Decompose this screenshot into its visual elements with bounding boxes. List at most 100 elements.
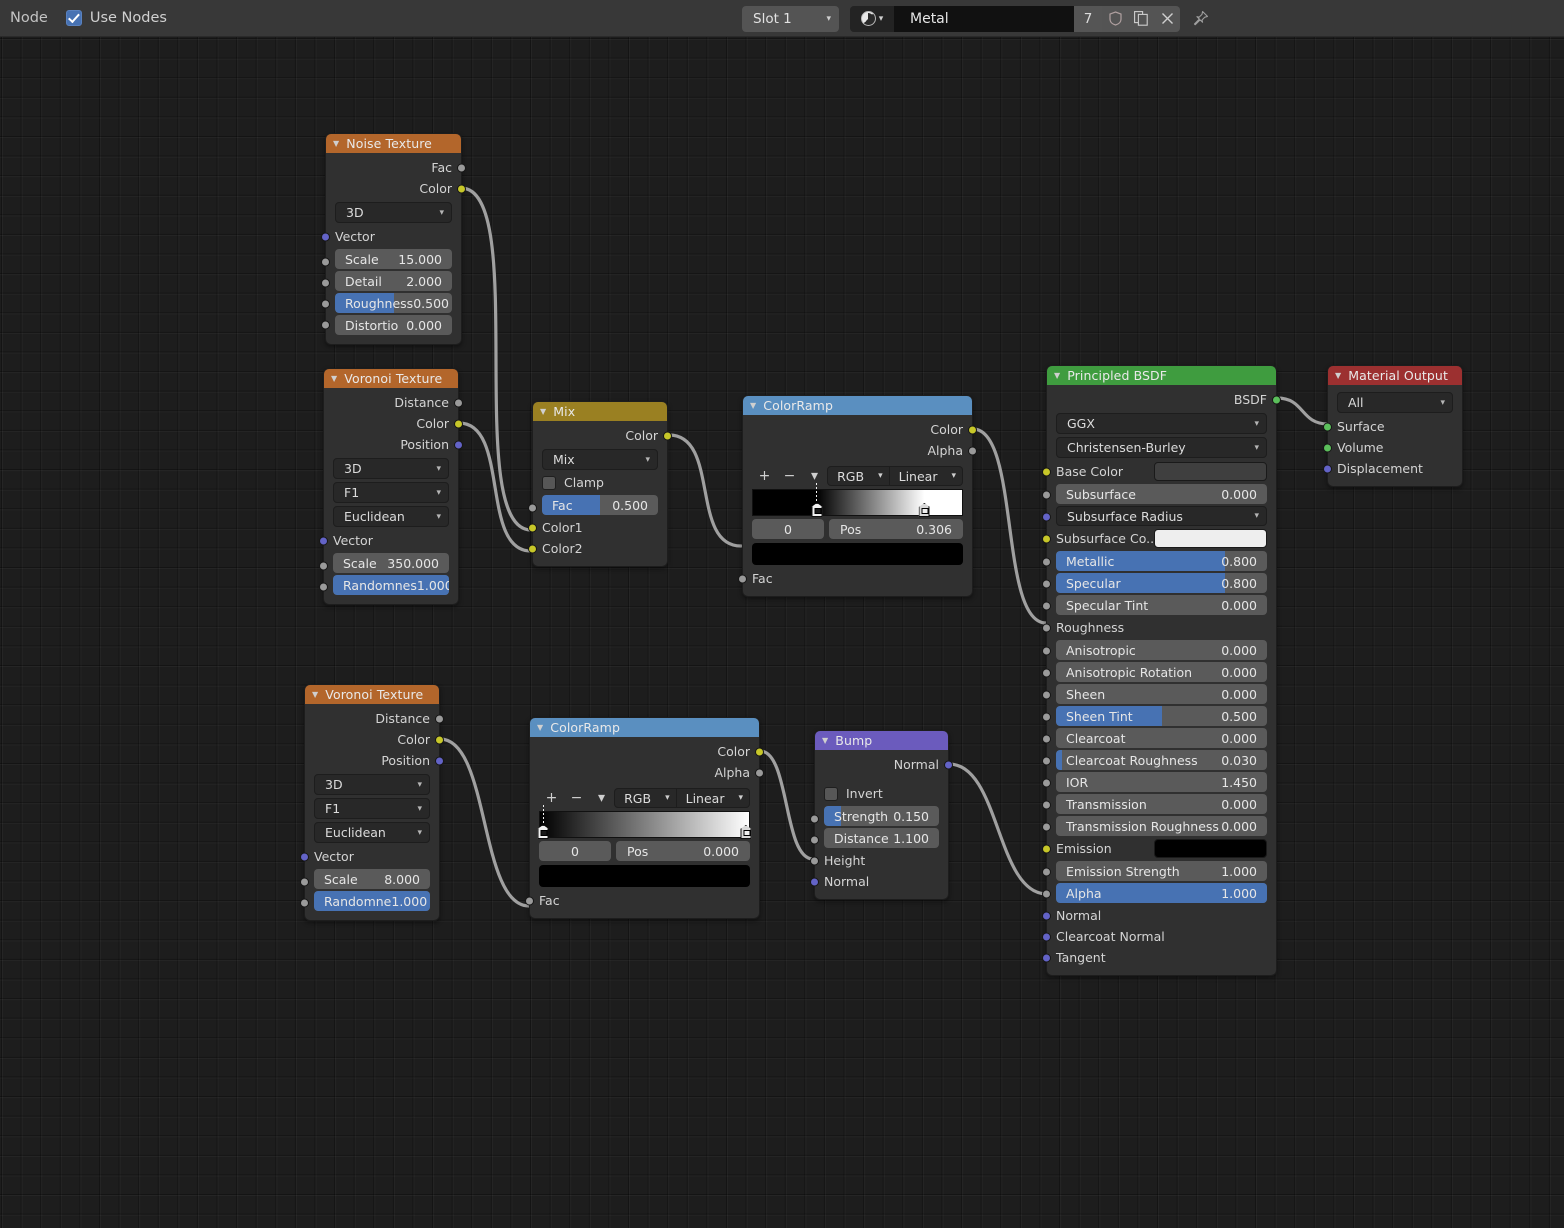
node-header-principled-bsdf[interactable]: ▼ Principled BSDF <box>1047 366 1276 385</box>
input-socket-row-fac[interactable]: Fac <box>525 890 759 911</box>
color-swatch-subsurface-co[interactable] <box>1154 529 1267 548</box>
distance-metric-dropdown[interactable]: Euclidean ▾ <box>314 822 430 843</box>
socket-position[interactable] <box>435 756 444 765</box>
interpolation-dropdown[interactable]: Linear ▾ <box>676 788 750 808</box>
socket-metallic[interactable] <box>1042 557 1051 567</box>
node-colorramp-top[interactable]: ▼ ColorRamp Color Alpha + − ▾ RGB ▾ Line… <box>738 395 977 597</box>
field-randomness[interactable]: Randomne 1.000 <box>314 891 430 911</box>
socket-distance[interactable] <box>810 835 819 845</box>
collapse-triangle-icon[interactable]: ▼ <box>540 407 546 416</box>
field-transmission-roughness[interactable]: Transmission Roughness 0.000 <box>1056 816 1267 836</box>
colorramp-menu-button[interactable]: ▾ <box>802 466 827 486</box>
material-browse-button[interactable]: ▾ <box>850 5 894 32</box>
feature-dropdown[interactable]: F1 ▾ <box>314 798 430 819</box>
output-socket-row[interactable]: Alpha <box>743 440 977 461</box>
field-anisotropic-rotation[interactable]: Anisotropic Rotation 0.000 <box>1056 662 1267 682</box>
remove-stop-button[interactable]: − <box>564 788 589 808</box>
socket-sheen-tint[interactable] <box>1042 712 1051 722</box>
socket-fac[interactable] <box>738 574 747 583</box>
socket-scale[interactable] <box>300 877 309 887</box>
field-strength[interactable]: Strength 0.150 <box>824 806 939 826</box>
input-socket-row-fac[interactable]: Fac <box>738 568 972 589</box>
node-material-output[interactable]: ▼ Material Output All ▾ Surface Volume D… <box>1323 365 1463 487</box>
node-header-voronoi-bottom[interactable]: ▼ Voronoi Texture <box>305 685 439 704</box>
input-label-row-tangent[interactable]: Tangent <box>1047 947 1276 968</box>
socket-fac[interactable] <box>528 503 537 513</box>
field-metallic[interactable]: Metallic 0.800 <box>1056 551 1267 571</box>
socket-anisotropic-rotation[interactable] <box>1042 668 1051 678</box>
socket-scale[interactable] <box>319 561 328 571</box>
input-socket-row-vector[interactable]: Vector <box>300 846 439 867</box>
material-users-count[interactable]: 7 <box>1074 5 1102 32</box>
node-menu[interactable]: Node <box>10 10 48 26</box>
colorramp-pos[interactable]: Pos 0.000 <box>616 841 750 861</box>
remove-stop-button[interactable]: − <box>777 466 802 486</box>
socket-color[interactable] <box>755 747 764 756</box>
interpolation-dropdown[interactable]: Linear ▾ <box>889 466 963 486</box>
output-socket-row[interactable]: Color <box>324 413 463 434</box>
socket-vector[interactable] <box>300 852 309 861</box>
field-ior[interactable]: IOR 1.450 <box>1056 772 1267 792</box>
socket-randomness[interactable] <box>319 582 328 592</box>
collapse-triangle-icon[interactable]: ▼ <box>331 374 337 383</box>
input-socket-row-height[interactable]: Height <box>810 850 948 871</box>
socket-color[interactable] <box>663 431 672 440</box>
socket-clearcoat[interactable] <box>1042 734 1051 744</box>
node-mix[interactable]: ▼ Mix Color Mix ▾ Clamp Fac 0.500 Color1… <box>528 401 672 567</box>
socket-specular[interactable] <box>1042 579 1051 589</box>
socket-position[interactable] <box>454 440 463 449</box>
colorramp-stop-handle[interactable] <box>537 805 549 839</box>
socket-strength[interactable] <box>810 814 819 824</box>
socket-randomness[interactable] <box>300 898 309 908</box>
socket-color[interactable] <box>457 184 466 193</box>
output-socket-row[interactable]: Color <box>530 741 764 762</box>
socket-distance[interactable] <box>435 714 444 723</box>
socket-specular-tint[interactable] <box>1042 601 1051 611</box>
socket-color2[interactable] <box>528 544 537 553</box>
collapse-triangle-icon[interactable]: ▼ <box>312 690 318 699</box>
input-socket-row-vector[interactable]: Vector <box>321 226 461 247</box>
field-distortion[interactable]: Distortio 0.000 <box>335 315 452 335</box>
dimension-dropdown[interactable]: 3D ▾ <box>333 458 449 479</box>
field-specular-tint[interactable]: Specular Tint 0.000 <box>1056 595 1267 615</box>
dropdown-subsurface-radius[interactable]: Subsurface Radius ▾ <box>1056 506 1267 526</box>
socket-color1[interactable] <box>528 523 537 532</box>
node-noise-texture[interactable]: ▼ Noise Texture Fac Color 3D ▾ Vector Sc… <box>321 133 466 345</box>
socket-fac[interactable] <box>457 163 466 172</box>
field-anisotropic[interactable]: Anisotropic 0.000 <box>1056 640 1267 660</box>
colorramp-stop-handle[interactable] <box>740 824 752 839</box>
output-socket-row[interactable]: Color <box>743 419 977 440</box>
field-clearcoat-roughness[interactable]: Clearcoat Roughness 0.030 <box>1056 750 1267 770</box>
collapse-triangle-icon[interactable]: ▼ <box>1335 371 1341 380</box>
node-bump[interactable]: ▼ Bump Normal Invert Strength 0.150 Dist… <box>810 730 953 900</box>
output-socket-row[interactable]: Position <box>324 434 463 455</box>
color-mode-dropdown[interactable]: RGB ▾ <box>827 466 890 486</box>
output-socket-row[interactable]: Color <box>326 178 466 199</box>
socket-anisotropic[interactable] <box>1042 646 1051 656</box>
collapse-triangle-icon[interactable]: ▼ <box>822 736 828 745</box>
invert-checkbox[interactable]: Invert <box>824 784 939 803</box>
input-socket-row-color1[interactable]: Color1 <box>528 517 667 538</box>
socket-detail[interactable] <box>321 278 330 288</box>
socket-sheen[interactable] <box>1042 690 1051 700</box>
clamp-checkbox[interactable]: Clamp <box>542 473 658 492</box>
color-swatch-base-color[interactable] <box>1154 462 1267 481</box>
socket-displacement[interactable] <box>1323 464 1332 473</box>
socket-normal-out[interactable] <box>944 760 953 769</box>
output-socket-row[interactable]: Fac <box>326 157 466 178</box>
colorramp-gradient-bottom[interactable] <box>537 805 752 839</box>
node-header-bump[interactable]: ▼ Bump <box>815 731 948 750</box>
output-socket-row[interactable]: Normal <box>815 754 953 775</box>
input-socket-row-color2[interactable]: Color2 <box>528 538 667 559</box>
node-header-mix[interactable]: ▼ Mix <box>533 402 667 421</box>
output-socket-row[interactable]: BSDF <box>1047 389 1281 410</box>
socket-alpha[interactable] <box>755 768 764 777</box>
field-scale[interactable]: Scale 350.000 <box>333 553 449 573</box>
input-label-row-roughness[interactable]: Roughness <box>1047 617 1276 638</box>
socket-transmission-roughness[interactable] <box>1042 822 1051 832</box>
socket-distortion[interactable] <box>321 320 330 330</box>
socket-vector[interactable] <box>321 232 330 241</box>
socket-alpha[interactable] <box>1042 889 1051 899</box>
socket-vector[interactable] <box>319 536 328 545</box>
colorramp-menu-button[interactable]: ▾ <box>589 788 614 808</box>
